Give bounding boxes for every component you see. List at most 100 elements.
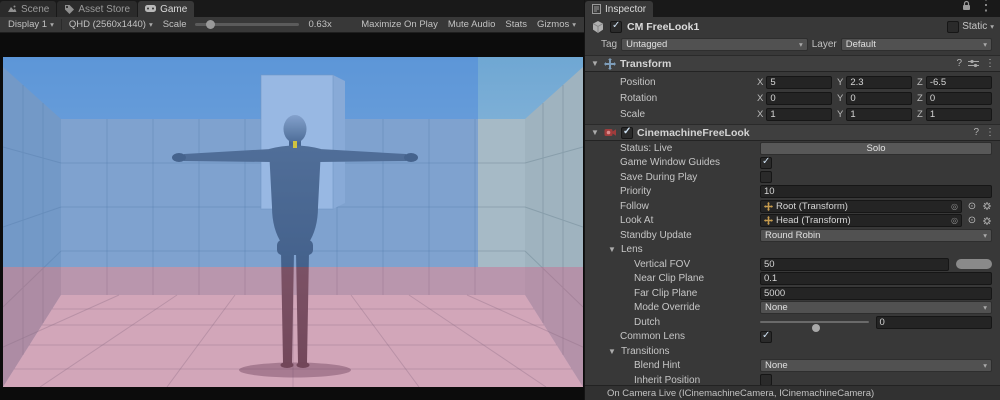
standby-update-dropdown[interactable]: Round Robin ▾ xyxy=(760,229,992,242)
target-icon[interactable]: ⊙ xyxy=(965,201,979,212)
help-icon[interactable]: ? xyxy=(956,58,962,69)
rotation-label: Rotation xyxy=(620,93,757,104)
position-row: Position X5 Y2.3 Z-6.5 xyxy=(585,74,1000,90)
common-lens-checkbox[interactable] xyxy=(760,331,772,343)
scale-label: Scale xyxy=(620,109,757,120)
status-label: Status: Live xyxy=(620,143,760,154)
chevron-down-icon: ▾ xyxy=(979,231,987,240)
dutch-slider[interactable] xyxy=(760,316,869,329)
toolbar-separator xyxy=(61,19,62,30)
save-during-play-checkbox[interactable] xyxy=(760,171,772,183)
transform-icon xyxy=(764,202,773,211)
target-icon[interactable]: ⊙ xyxy=(965,215,979,226)
static-checkbox[interactable] xyxy=(947,21,959,33)
follow-object-field[interactable]: Root (Transform) ◎ xyxy=(760,200,962,213)
gameobject-enabled-checkbox[interactable] xyxy=(610,21,622,33)
gizmos-dropdown[interactable]: Gizmos ▾ xyxy=(532,18,581,32)
cinemachine-freelook-header[interactable]: ▼ CinemachineFreeLook ? ⋮ xyxy=(585,124,1000,141)
standby-update-row: Standby Update Round Robin ▾ xyxy=(585,228,1000,243)
gameobject-header: CM FreeLook1 Static ▾ xyxy=(585,17,1000,36)
rotation-z-field[interactable]: 0 xyxy=(926,92,992,105)
chevron-down-icon: ▾ xyxy=(50,20,54,29)
tab-asset-store[interactable]: Asset Store xyxy=(57,1,137,17)
kebab-menu-icon[interactable]: ⋮ xyxy=(978,0,994,15)
transitions-foldout[interactable]: ▼ Transitions xyxy=(585,344,1000,359)
scale-slider[interactable] xyxy=(195,18,299,32)
fov-preset-slider[interactable] xyxy=(956,259,992,269)
chevron-down-icon: ▾ xyxy=(795,40,803,49)
near-clip-field[interactable]: 0.1 xyxy=(760,272,992,285)
foldout-arrow-icon: ▼ xyxy=(607,347,617,356)
chevron-down-icon: ▾ xyxy=(979,303,987,312)
position-x-field[interactable]: 5 xyxy=(766,76,832,89)
tab-scene[interactable]: Scene xyxy=(0,1,56,17)
help-icon[interactable]: ? xyxy=(973,127,979,138)
tab-game[interactable]: Game xyxy=(138,1,194,17)
foldout-arrow-icon[interactable]: ▼ xyxy=(590,59,600,68)
priority-field[interactable]: 10 xyxy=(760,185,992,198)
scale-x-field[interactable]: 1 xyxy=(766,108,832,121)
transform-title: Transform xyxy=(620,58,671,70)
scale-slider-knob[interactable] xyxy=(206,20,215,29)
mute-audio-button[interactable]: Mute Audio xyxy=(443,18,501,32)
mode-override-dropdown[interactable]: None ▾ xyxy=(760,301,992,314)
game-window-guides-checkbox[interactable] xyxy=(760,157,772,169)
look-at-object-field[interactable]: Head (Transform) ◎ xyxy=(760,214,962,227)
tab-inspector[interactable]: Inspector xyxy=(585,1,653,17)
static-dropdown[interactable]: Static ▾ xyxy=(947,21,994,33)
gameobject-cube-icon[interactable] xyxy=(591,20,605,34)
stats-button[interactable]: Stats xyxy=(500,18,532,32)
kebab-menu-icon[interactable]: ⋮ xyxy=(985,127,995,138)
object-picker-icon[interactable]: ◎ xyxy=(951,216,958,225)
component-enabled-checkbox[interactable] xyxy=(621,127,633,139)
gear-icon[interactable] xyxy=(982,216,992,226)
game-viewport[interactable] xyxy=(0,33,584,400)
tag-label: Tag xyxy=(601,39,617,50)
game-window-guides-row: Game Window Guides xyxy=(585,156,1000,171)
rotation-x-field[interactable]: 0 xyxy=(766,92,832,105)
blend-hint-dropdown[interactable]: None ▾ xyxy=(760,359,992,372)
vertical-fov-field[interactable]: 50 xyxy=(760,258,949,271)
tag-dropdown[interactable]: Untagged ▾ xyxy=(621,38,808,51)
position-z-field[interactable]: -6.5 xyxy=(926,76,992,89)
axis-y-label: Y xyxy=(837,77,843,88)
transform-body: Position X5 Y2.3 Z-6.5 Rotation X0 Y0 Z0… xyxy=(585,72,1000,124)
far-clip-field[interactable]: 5000 xyxy=(760,287,992,300)
transform-header[interactable]: ▼ Transform ? ⋮ xyxy=(585,55,1000,72)
unity-editor-window: Scene Asset Store Game Display 1 ▾ QHD (… xyxy=(0,0,1000,400)
priority-row: Priority 10 xyxy=(585,185,1000,200)
object-picker-icon[interactable]: ◎ xyxy=(951,202,958,211)
lock-icon[interactable] xyxy=(962,0,971,11)
chevron-down-icon: ▾ xyxy=(149,20,153,29)
static-label: Static xyxy=(962,21,987,32)
layer-dropdown[interactable]: Default ▾ xyxy=(841,38,992,51)
resolution-dropdown[interactable]: QHD (2560x1440) ▾ xyxy=(64,18,158,32)
rotation-y-field[interactable]: 0 xyxy=(846,92,912,105)
scale-z-field[interactable]: 1 xyxy=(926,108,992,121)
dutch-field[interactable]: 0 xyxy=(876,316,993,329)
cinemachine-freelook-title: CinemachineFreeLook xyxy=(637,127,750,139)
gameobject-name[interactable]: CM FreeLook1 xyxy=(627,21,699,33)
game-viewport-render xyxy=(3,57,583,387)
mode-override-row: Mode Override None ▾ xyxy=(585,301,1000,316)
inspector-tabbar: Inspector ⋮ xyxy=(585,0,1000,17)
gear-icon[interactable] xyxy=(982,201,992,211)
foldout-arrow-icon[interactable]: ▼ xyxy=(590,128,600,137)
display-dropdown[interactable]: Display 1 ▾ xyxy=(3,18,59,32)
presets-icon[interactable] xyxy=(968,58,979,69)
maximize-on-play-button[interactable]: Maximize On Play xyxy=(356,18,443,32)
scale-y-field[interactable]: 1 xyxy=(846,108,912,121)
game-pane-tabbar: Scene Asset Store Game xyxy=(0,0,584,17)
vertical-fov-row: Vertical FOV 50 xyxy=(585,257,1000,272)
scale-slider-track[interactable] xyxy=(195,23,299,26)
axis-y-label: Y xyxy=(837,109,843,120)
solo-button[interactable]: Solo xyxy=(760,142,992,155)
kebab-menu-icon[interactable]: ⋮ xyxy=(985,58,995,69)
dutch-slider-track[interactable] xyxy=(760,321,869,323)
lens-foldout[interactable]: ▼ Lens xyxy=(585,243,1000,258)
position-y-field[interactable]: 2.3 xyxy=(846,76,912,89)
transform-icon xyxy=(764,216,773,225)
scale-label: Scale xyxy=(158,18,192,32)
rotation-row: Rotation X0 Y0 Z0 xyxy=(585,90,1000,106)
near-clip-row: Near Clip Plane 0.1 xyxy=(585,272,1000,287)
